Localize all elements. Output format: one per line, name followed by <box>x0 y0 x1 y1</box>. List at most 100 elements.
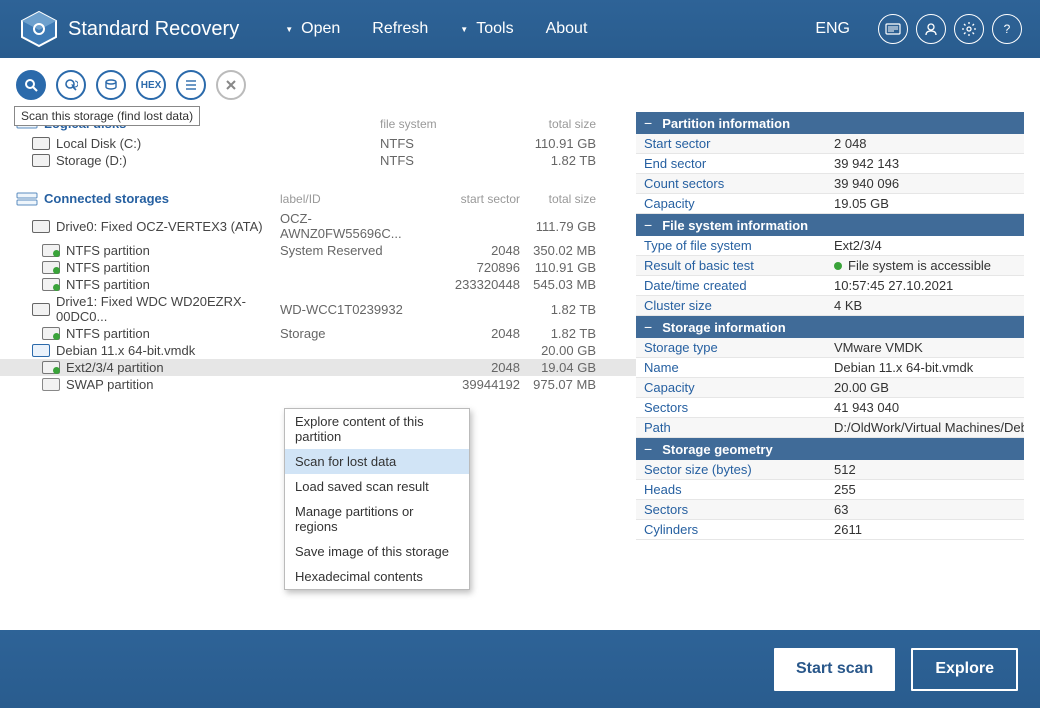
info-section-header[interactable]: −Partition information <box>636 112 1024 134</box>
menu-open[interactable]: ▼Open <box>285 20 340 38</box>
info-key: Cylinders <box>636 520 826 539</box>
app-title: Standard Recovery <box>68 18 239 41</box>
menu-refresh[interactable]: Refresh <box>372 20 428 38</box>
info-key: End sector <box>636 154 826 173</box>
partition-label: Storage <box>280 326 420 341</box>
list-view-button[interactable] <box>176 70 206 100</box>
save-image-button[interactable] <box>96 70 126 100</box>
col-header-ts: total size <box>520 192 620 206</box>
info-section-header[interactable]: −Storage geometry <box>636 438 1024 460</box>
info-key: Count sectors <box>636 174 826 193</box>
context-menu-item[interactable]: Load saved scan result <box>285 474 469 499</box>
info-row: Cluster size4 KB <box>636 296 1024 316</box>
size-value: 19.04 GB <box>520 360 620 375</box>
fs-value: NTFS <box>380 153 520 168</box>
collapse-icon: − <box>644 319 652 335</box>
header: Standard Recovery ▼Open Refresh ▼Tools A… <box>0 0 1040 58</box>
partition-name: Ext2/3/4 partition <box>66 360 280 375</box>
drive-row[interactable]: Drive1: Fixed WDC WD20EZRX-00DC0...WD-WC… <box>0 293 636 325</box>
info-key: Storage type <box>636 338 826 357</box>
context-menu-item[interactable]: Manage partitions or regions <box>285 499 469 539</box>
info-key: Capacity <box>636 378 826 397</box>
partition-row[interactable]: NTFS partitionStorage20481.82 TB <box>0 325 636 342</box>
language-selector[interactable]: ENG <box>815 20 850 38</box>
info-key: Sector size (bytes) <box>636 460 826 479</box>
info-key: Heads <box>636 480 826 499</box>
context-menu-item[interactable]: Hexadecimal contents <box>285 564 469 589</box>
section-connected-storages: Connected storages label/ID start sector… <box>0 187 636 210</box>
info-row: Date/time created10:57:45 27.10.2021 <box>636 276 1024 296</box>
drive-label: OCZ-AWNZ0FW55696C... <box>280 211 420 241</box>
partition-row[interactable]: SWAP partition39944192975.07 MB <box>0 376 636 393</box>
menu-open-label: Open <box>301 20 340 38</box>
storage-icon <box>16 192 38 206</box>
col-header-ts: total size <box>520 117 620 131</box>
col-header-label: label/ID <box>280 192 420 206</box>
info-section-header[interactable]: −File system information <box>636 214 1024 236</box>
info-row: End sector39 942 143 <box>636 154 1024 174</box>
partition-row[interactable]: NTFS partition720896110.91 GB <box>0 259 636 276</box>
info-value: Debian 11.x 64-bit.vmdk <box>826 358 1024 377</box>
svg-text:?: ? <box>1004 22 1011 36</box>
info-value: 4 KB <box>826 296 1024 315</box>
info-section-title: File system information <box>662 218 808 233</box>
tooltip: Scan this storage (find lost data) <box>14 106 200 126</box>
info-row: PathD:/OldWork/Virtual Machines/Debian 1 <box>636 418 1024 438</box>
partition-row[interactable]: NTFS partitionSystem Reserved2048350.02 … <box>0 242 636 259</box>
collapse-icon: − <box>644 115 652 131</box>
size-value: 1.82 TB <box>520 302 620 317</box>
context-menu-item[interactable]: Scan for lost data <box>285 449 469 474</box>
disk-name: Storage (D:) <box>56 153 380 168</box>
info-section-header[interactable]: −Storage information <box>636 316 1024 338</box>
start-sector-value: 39944192 <box>420 377 520 392</box>
partition-name: NTFS partition <box>66 243 280 258</box>
partition-icon <box>42 261 60 274</box>
menu-about-label: About <box>546 20 588 38</box>
menu-about[interactable]: About <box>546 20 588 38</box>
caret-down-icon: ▼ <box>460 25 468 34</box>
context-menu-item[interactable]: Save image of this storage <box>285 539 469 564</box>
partition-icon <box>42 327 60 340</box>
drive-row[interactable]: Debian 11.x 64-bit.vmdk20.00 GB <box>0 342 636 359</box>
info-value: 63 <box>826 500 1024 519</box>
partition-name: NTFS partition <box>66 326 280 341</box>
swap-icon <box>42 378 60 391</box>
list-item[interactable]: Storage (D:)NTFS1.82 TB <box>0 152 636 169</box>
list-item[interactable]: Local Disk (C:)NTFS110.91 GB <box>0 135 636 152</box>
info-row: Sectors63 <box>636 500 1024 520</box>
hex-view-button[interactable]: HEX <box>136 70 166 100</box>
start-scan-button[interactable]: Start scan <box>774 648 895 691</box>
start-sector-value: 233320448 <box>420 277 520 292</box>
settings-icon[interactable] <box>954 14 984 44</box>
menu-tools[interactable]: ▼Tools <box>460 20 513 38</box>
context-menu-item[interactable]: Explore content of this partition <box>285 409 469 449</box>
col-header-fs: file system <box>380 117 520 131</box>
partition-row[interactable]: NTFS partition233320448545.03 MB <box>0 276 636 293</box>
size-value: 20.00 GB <box>520 343 620 358</box>
info-value: 10:57:45 27.10.2021 <box>826 276 1024 295</box>
info-section-title: Partition information <box>662 116 790 131</box>
resume-scan-button[interactable] <box>56 70 86 100</box>
info-key: Type of file system <box>636 236 826 255</box>
close-button[interactable] <box>216 70 246 100</box>
size-value: 350.02 MB <box>520 243 620 258</box>
size-value: 545.03 MB <box>520 277 620 292</box>
info-value: Ext2/3/4 <box>826 236 1024 255</box>
registration-icon[interactable] <box>878 14 908 44</box>
help-icon[interactable]: ? <box>992 14 1022 44</box>
partition-row[interactable]: Ext2/3/4 partition204819.04 GB <box>0 359 636 376</box>
user-icon[interactable] <box>916 14 946 44</box>
info-key: Result of basic test <box>636 256 826 275</box>
status-ok-icon <box>834 262 842 270</box>
partition-label: System Reserved <box>280 243 420 258</box>
explore-button[interactable]: Explore <box>911 648 1018 691</box>
partition-name: SWAP partition <box>66 377 280 392</box>
collapse-icon: − <box>644 217 652 233</box>
info-value: 2 048 <box>826 134 1024 153</box>
info-row: Sectors41 943 040 <box>636 398 1024 418</box>
info-value: File system is accessible <box>826 256 1024 275</box>
info-row: Heads255 <box>636 480 1024 500</box>
size-value: 110.91 GB <box>520 260 620 275</box>
scan-storage-button[interactable] <box>16 70 46 100</box>
drive-row[interactable]: Drive0: Fixed OCZ-VERTEX3 (ATA)OCZ-AWNZ0… <box>0 210 636 242</box>
